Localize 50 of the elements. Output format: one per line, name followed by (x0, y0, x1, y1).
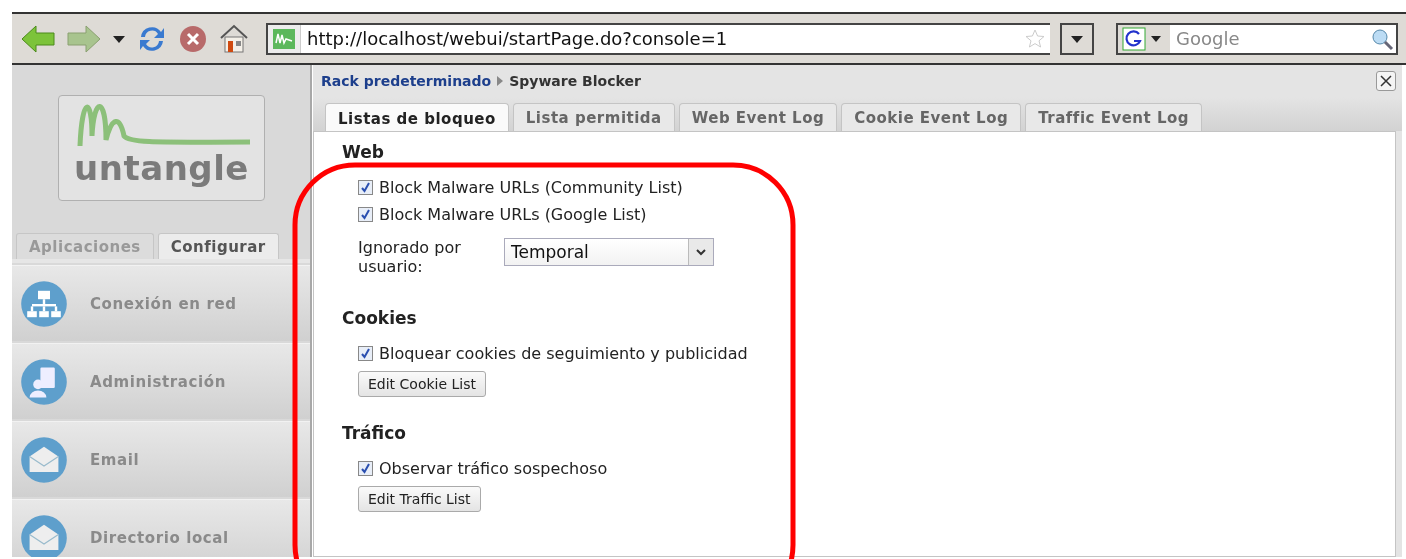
dropdown-field[interactable]: Temporal (504, 238, 714, 266)
sidebar-item[interactable]: Conexión en red (12, 265, 310, 341)
checkbox[interactable] (358, 346, 373, 361)
edit-list-button[interactable]: Edit Cookie List (358, 371, 486, 397)
close-button[interactable] (1376, 71, 1396, 91)
edit-list-button[interactable]: Edit Traffic List (358, 486, 481, 512)
checkbox[interactable] (358, 180, 373, 195)
chevron-down-icon (696, 248, 706, 256)
caret-icon (1150, 34, 1162, 43)
close-icon (1380, 75, 1392, 87)
checkbox-label: Observar tráfico sospechoso (379, 459, 608, 478)
breadcrumb-current: Spyware Blocker (509, 73, 641, 89)
section-title: Tráfico (342, 423, 407, 443)
panel-tab[interactable]: Web Event Log (678, 103, 838, 131)
wave-icon (273, 28, 295, 49)
sidebar-item[interactable]: Directorio local (12, 499, 310, 557)
chevron-icon (497, 76, 504, 86)
checkbox-label: Bloquear cookies de seguimiento y publicidad (379, 344, 748, 363)
panel-tab[interactable]: Listas de bloqueo (325, 103, 509, 132)
network-icon (20, 279, 68, 328)
search-engine-button[interactable] (1118, 24, 1170, 53)
logo-text: untangle (74, 148, 249, 188)
user-document-icon (20, 357, 68, 406)
home-icon[interactable] (218, 22, 250, 55)
address-bar[interactable]: http://localhost/webui/startPage.do?console=1 (266, 22, 1050, 55)
envelope-icon (20, 435, 68, 484)
caret-icon[interactable] (112, 33, 126, 44)
g-logo-icon (1122, 26, 1146, 51)
field-label: Ignorado por usuario: (358, 238, 462, 277)
star-icon[interactable] (1024, 27, 1046, 50)
stop-icon[interactable] (178, 23, 208, 54)
envelope-icon (20, 513, 68, 557)
sidebar-tab[interactable]: Configurar (157, 233, 279, 259)
caret-icon (1070, 33, 1084, 44)
checkbox[interactable] (358, 207, 373, 222)
panel-tab[interactable]: Traffic Event Log (1025, 103, 1202, 131)
section-title: Web (342, 142, 385, 162)
panel-tab[interactable]: Cookie Event Log (841, 103, 1022, 131)
checkbox-label: Block Malware URLs (Community List) (379, 178, 683, 197)
section-title: Cookies (342, 308, 418, 328)
sidebar-item[interactable]: Email (12, 421, 310, 497)
search-field[interactable]: Google (1116, 22, 1398, 55)
panel-tab[interactable]: Lista permitida (512, 103, 675, 131)
history-dropdown-button[interactable] (1060, 22, 1094, 55)
search-icon[interactable] (1370, 26, 1394, 51)
checkbox-label: Block Malware URLs (Google List) (379, 205, 647, 224)
url-text: http://localhost/webui/startPage.do?console=1 (306, 28, 729, 49)
sidebar-item[interactable]: Administración (12, 343, 310, 419)
breadcrumb-link[interactable]: Rack predeterminado (321, 73, 492, 89)
checkbox[interactable] (358, 461, 373, 476)
